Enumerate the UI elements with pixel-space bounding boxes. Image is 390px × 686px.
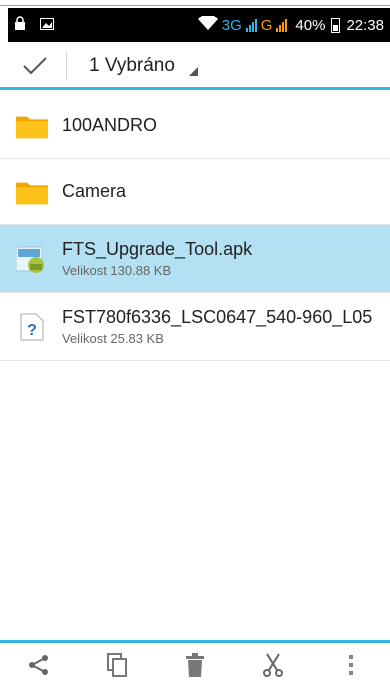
- done-check-icon[interactable]: [20, 51, 50, 81]
- file-list: 100ANDRO Camera FTS_Upgrade_Tool.apk Vel…: [0, 93, 390, 361]
- copy-icon[interactable]: [97, 645, 137, 685]
- list-item-folder-camera[interactable]: Camera: [0, 159, 390, 225]
- list-item-folder-100andro[interactable]: 100ANDRO: [0, 93, 390, 159]
- top-border: [0, 0, 390, 6]
- more-icon[interactable]: [331, 645, 371, 685]
- image-notification-icon: [40, 17, 54, 34]
- unknown-file-icon: ?: [16, 313, 48, 341]
- network-g-label: G: [260, 16, 273, 34]
- clock: 22:38: [346, 16, 384, 34]
- battery-icon: [331, 17, 341, 33]
- android-apk-icon: [16, 245, 48, 273]
- file-size: Velikost 130.88 KB: [62, 263, 172, 278]
- folder-icon: [16, 178, 48, 206]
- folder-icon: [16, 112, 48, 140]
- svg-text:?: ?: [27, 322, 37, 339]
- selection-count-label: 1 Vybráno: [89, 54, 175, 76]
- share-icon[interactable]: [19, 645, 59, 685]
- file-name: Camera: [62, 181, 127, 201]
- action-divider: [66, 51, 67, 80]
- battery-percent: 40%: [295, 16, 326, 34]
- status-bar: 3G G 40% 22:38: [8, 8, 390, 42]
- file-size: Velikost 25.83 KB: [62, 331, 164, 346]
- file-name: 100ANDRO: [62, 115, 158, 135]
- network-3g-label: 3G: [221, 16, 242, 34]
- selection-action-bar: 1 Vybráno: [0, 44, 390, 90]
- selection-dropdown[interactable]: 1 Vybráno: [89, 55, 198, 77]
- dropdown-triangle-icon: [188, 67, 198, 76]
- file-name: FTS_Upgrade_Tool.apk: [62, 239, 253, 259]
- list-item-file-apk[interactable]: FTS_Upgrade_Tool.apk Velikost 130.88 KB: [0, 225, 390, 293]
- delete-icon[interactable]: [175, 645, 215, 685]
- signal-bars-1-icon: [245, 18, 257, 32]
- wifi-icon: [197, 14, 218, 35]
- cut-icon[interactable]: [253, 645, 293, 685]
- file-name: FST780f6336_LSC0647_540-960_L05: [62, 307, 372, 327]
- lock-icon: [14, 16, 26, 34]
- list-item-file-unknown[interactable]: ? FST780f6336_LSC0647_540-960_L05 Veliko…: [0, 293, 390, 361]
- bottom-action-bar: [0, 640, 390, 686]
- signal-bars-2-icon: [276, 18, 288, 32]
